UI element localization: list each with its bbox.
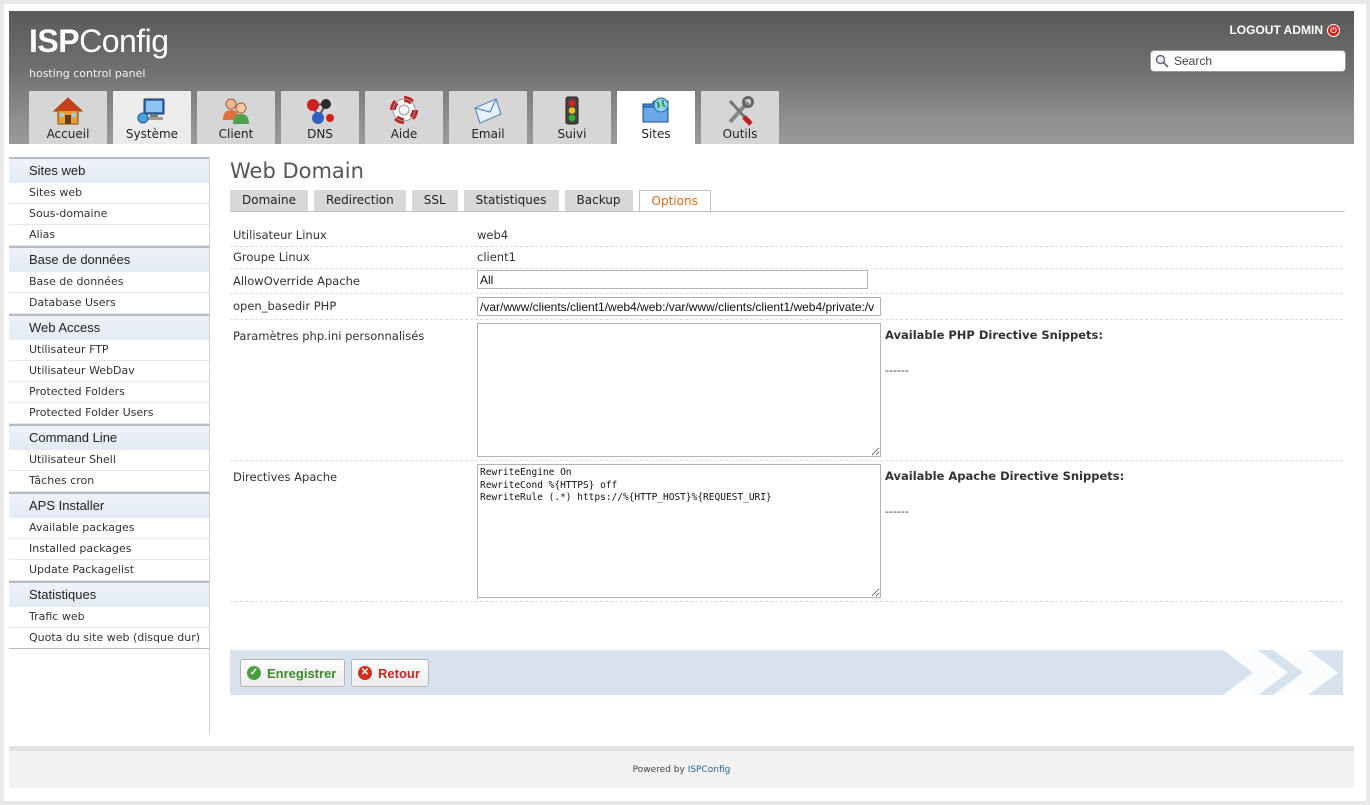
sidebar-item-sous-domaine[interactable]: Sous-domaine [9,204,209,225]
computer-icon [137,98,165,124]
envelope-icon [474,98,502,124]
sidebar-item-quota-site-web[interactable]: Quota du site web (disque dur) [9,628,209,649]
allow-override-input[interactable] [477,270,868,289]
sidebar-section-title: Sites web [9,157,209,183]
form-tabs: Domaine Redirection SSL Statistiques Bac… [230,190,711,211]
form-row-php-ini: Paramètres php.ini personnalisés Availab… [230,319,1343,461]
sidebar-section-title: Command Line [9,424,209,450]
nav-tab-suivi[interactable]: Suivi [533,91,611,144]
php-ini-label: Paramètres php.ini personnalisés [233,329,425,343]
nav-tab-outils[interactable]: Outils [701,91,779,144]
tabs-divider [230,211,1345,212]
save-button[interactable]: ✓ Enregistrer [240,659,346,687]
nav-tab-systeme[interactable]: Système [113,91,191,144]
sidebar-item-trafic-web[interactable]: Trafic web [9,607,209,628]
tab-ssl[interactable]: SSL [411,190,458,211]
back-button-label: Retour [378,665,420,681]
sidebar-item-database-users[interactable]: Database Users [9,293,209,314]
apache-directives-textarea[interactable]: RewriteEngine On RewriteCond %{HTTPS} of… [477,464,881,598]
logout-label: LOGOUT ADMIN [1229,23,1323,37]
app-logo: ISPConfig [29,23,169,59]
house-icon [52,97,84,125]
tab-options[interactable]: Options [638,190,711,211]
php-snippets-title: Available PHP Directive Snippets: [885,328,1103,342]
nav-tab-accueil[interactable]: Accueil [29,91,107,144]
nav-tab-client[interactable]: Client [197,91,275,144]
logout-link[interactable]: LOGOUT ADMIN ⏻ [1229,23,1340,37]
tools-icon [728,96,754,126]
network-icon [307,99,334,124]
cancel-icon: ✕ [358,666,372,680]
form-row-linux-user: Utilisateur Linux web4 [230,224,1343,247]
main-nav: Accueil Système Client DNS Aide Email Su… [29,91,779,144]
form-row-linux-group: Groupe Linux client1 [230,246,1343,269]
form-row-open-basedir: open_basedir PHP [230,293,1343,320]
linux-user-label: Utilisateur Linux [233,228,327,242]
open-basedir-label: open_basedir PHP [233,299,337,313]
globe-folder-icon [642,97,669,123]
linux-group-value: client1 [477,250,516,264]
allow-override-label: AllowOverride Apache [233,274,361,288]
tab-redirection[interactable]: Redirection [313,190,406,211]
sidebar-item-protected-folders[interactable]: Protected Folders [9,382,209,403]
sidebar-item-update-packagelist[interactable]: Update Packagelist [9,560,209,581]
tab-domaine[interactable]: Domaine [230,190,308,211]
sidebar: Sites web Sites web Sous-domaine Alias B… [9,157,210,735]
sidebar-item-base-de-donnees[interactable]: Base de données [9,272,209,293]
search-icon [1155,54,1169,68]
page-title: Web Domain [230,159,364,183]
sidebar-item-installed-packages[interactable]: Installed packages [9,539,209,560]
php-snippets-value: ------ [885,364,909,377]
form-row-allow-override: AllowOverride Apache [230,268,1343,294]
sidebar-section-title: APS Installer [9,492,209,518]
sidebar-item-available-packages[interactable]: Available packages [9,518,209,539]
nav-tab-dns[interactable]: DNS [281,91,359,144]
users-icon [223,98,249,124]
sidebar-section-title: Base de données [9,246,209,272]
traffic-light-icon [565,96,579,125]
sidebar-item-taches-cron[interactable]: Tâches cron [9,471,209,492]
button-bar: ✓ Enregistrer ✕ Retour [230,650,1343,695]
form-row-apache-directives: Directives Apache RewriteEngine On Rewri… [230,460,1343,602]
app-header: ISPConfig hosting control panel LOGOUT A… [9,11,1354,144]
sidebar-item-alias[interactable]: Alias [9,225,209,246]
apache-directives-label: Directives Apache [233,470,338,484]
check-icon: ✓ [247,666,261,680]
save-button-label: Enregistrer [267,665,337,681]
footer: Powered by ISPConfig [9,746,1354,788]
nav-tab-aide[interactable]: Aide [365,91,443,144]
footer-prefix: Powered by [632,765,685,775]
sidebar-item-utilisateur-webdav[interactable]: Utilisateur WebDav [9,361,209,382]
linux-group-label: Groupe Linux [233,250,310,264]
php-ini-textarea[interactable] [477,323,881,457]
lifebuoy-icon [390,96,418,124]
apache-snippets-title: Available Apache Directive Snippets: [885,469,1125,483]
apache-snippets-value: ------ [885,505,909,518]
footer-brand-link[interactable]: ISPConfig [688,765,731,775]
power-icon: ⏻ [1327,23,1340,37]
chevron-decoration-icon [1223,650,1338,695]
sidebar-section-title: Web Access [9,314,209,340]
nav-tab-sites[interactable]: Sites [617,91,695,144]
sidebar-section-title: Statistiques [9,581,209,607]
open-basedir-input[interactable] [477,297,881,316]
app-subtitle: hosting control panel [29,67,146,80]
sidebar-item-utilisateur-shell[interactable]: Utilisateur Shell [9,450,209,471]
nav-tab-email[interactable]: Email [449,91,527,144]
tab-backup[interactable]: Backup [564,190,633,211]
search-box[interactable] [1150,50,1346,72]
back-button[interactable]: ✕ Retour [351,659,429,687]
sidebar-item-sites-web[interactable]: Sites web [9,183,209,204]
sidebar-item-utilisateur-ftp[interactable]: Utilisateur FTP [9,340,209,361]
sidebar-item-protected-folder-users[interactable]: Protected Folder Users [9,403,209,424]
tab-statistiques[interactable]: Statistiques [463,190,559,211]
linux-user-value: web4 [477,228,509,242]
search-input[interactable] [1172,53,1345,69]
